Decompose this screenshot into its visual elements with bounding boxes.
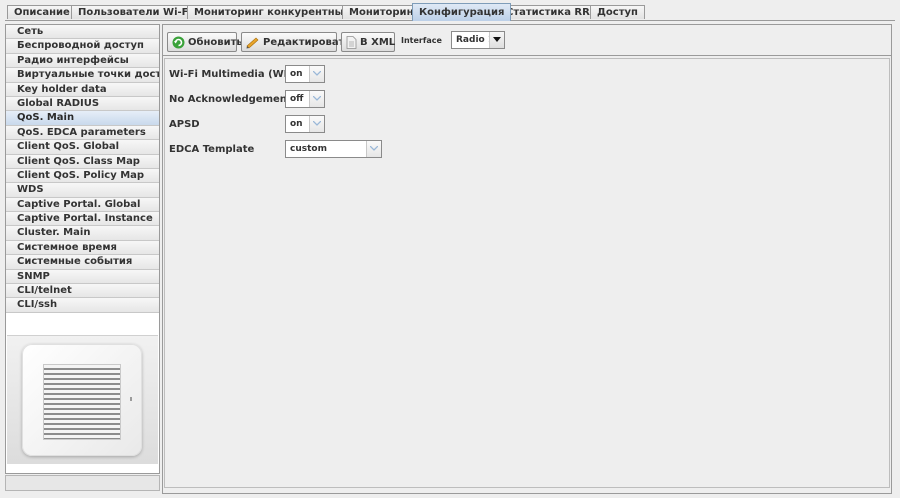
device-grille [43, 364, 121, 440]
chevron-down-icon[interactable] [489, 32, 504, 48]
document-icon [346, 35, 357, 49]
edit-button[interactable]: Редактировать [241, 32, 351, 52]
access-point-picture [22, 344, 142, 456]
edca-template-label: EDCA Template [169, 144, 255, 155]
sidebar-item-system-events[interactable]: Системные события [6, 255, 159, 270]
sidebar-item-cluster-main[interactable]: Cluster. Main [6, 226, 159, 241]
settings-form: Wi-Fi Multimedia (WMM) on No Acknowledge… [164, 58, 890, 488]
interface-select[interactable]: Radio 1 [451, 31, 505, 49]
main-panel: Обновить Редактировать В XML Interface R [162, 24, 892, 494]
sidebar-item-client-qos-policy-map[interactable]: Client QoS. Policy Map [6, 168, 159, 184]
no-ack-select-value: off [290, 94, 304, 104]
apsd-select-value: on [290, 119, 303, 129]
sidebar-item-qos-main[interactable]: QoS. Main [6, 111, 159, 126]
tab-wifi-users[interactable]: Пользователи Wi-Fi [71, 5, 199, 19]
wmm-select[interactable]: on [285, 65, 325, 83]
refresh-button[interactable]: Обновить [167, 32, 243, 52]
sidebar-item-network[interactable]: Сеть [6, 25, 159, 40]
sidebar-item-wds[interactable]: WDS [6, 183, 159, 198]
sidebar-item-client-qos-class-map[interactable]: Client QoS. Class Map [6, 154, 159, 169]
sidebar-item-cli-ssh[interactable]: CLI/ssh [6, 298, 159, 313]
sidebar-item-qos-edca[interactable]: QoS. EDCA parameters [6, 125, 159, 141]
tab-bar: Описание Пользователи Wi-Fi Мониторинг к… [5, 3, 895, 21]
sidebar-item-cli-telnet[interactable]: CLI/telnet [6, 284, 159, 299]
sidebar-item-snmp[interactable]: SNMP [6, 269, 159, 285]
toolbar: Обновить Редактировать В XML Interface R [163, 25, 891, 56]
wmm-select-value: on [290, 69, 303, 79]
sidebar: Сеть Беспроводной доступ Радио интерфейс… [5, 24, 160, 474]
export-xml-label: В XML [360, 36, 396, 48]
edca-template-select[interactable]: custom [285, 140, 382, 158]
chevron-down-icon[interactable] [366, 141, 381, 157]
apsd-select[interactable]: on [285, 115, 325, 133]
no-ack-label: No Acknowledgement [169, 94, 292, 105]
sidebar-item-radio-interfaces[interactable]: Радио интерфейсы [6, 53, 159, 69]
tab-configuration[interactable]: Конфигурация [412, 3, 512, 21]
sidebar-item-captive-portal-global[interactable]: Captive Portal. Global [6, 197, 159, 213]
refresh-button-label: Обновить [188, 36, 243, 48]
sidebar-item-captive-portal-instance[interactable]: Captive Portal. Instance [6, 212, 159, 227]
sidebar-item-client-qos-global[interactable]: Client QoS. Global [6, 140, 159, 155]
pencil-icon [246, 36, 260, 49]
sidebar-item-system-time[interactable]: Системное время [6, 240, 159, 256]
tab-access[interactable]: Доступ [590, 5, 645, 19]
sidebar-item-wireless-access[interactable]: Беспроводной доступ [6, 39, 159, 54]
chevron-down-icon[interactable] [309, 66, 324, 82]
sidebar-item-global-radius[interactable]: Global RADIUS [6, 96, 159, 112]
edit-button-label: Редактировать [263, 36, 351, 48]
refresh-icon [172, 36, 185, 49]
sidebar-status-bar [5, 475, 160, 491]
tab-description[interactable]: Описание [7, 5, 77, 19]
no-ack-select[interactable]: off [285, 90, 325, 108]
chevron-down-icon[interactable] [309, 116, 324, 132]
device-led [130, 397, 132, 401]
sidebar-item-virtual-aps[interactable]: Виртуальные точки доступа [6, 68, 159, 83]
edca-template-value: custom [290, 144, 327, 154]
chevron-down-icon[interactable] [309, 91, 324, 107]
apsd-label: APSD [169, 119, 200, 130]
sidebar-item-key-holder-data[interactable]: Key holder data [6, 82, 159, 97]
device-image [7, 335, 158, 464]
export-xml-button[interactable]: В XML [341, 32, 395, 52]
interface-label: Interface [401, 36, 442, 45]
